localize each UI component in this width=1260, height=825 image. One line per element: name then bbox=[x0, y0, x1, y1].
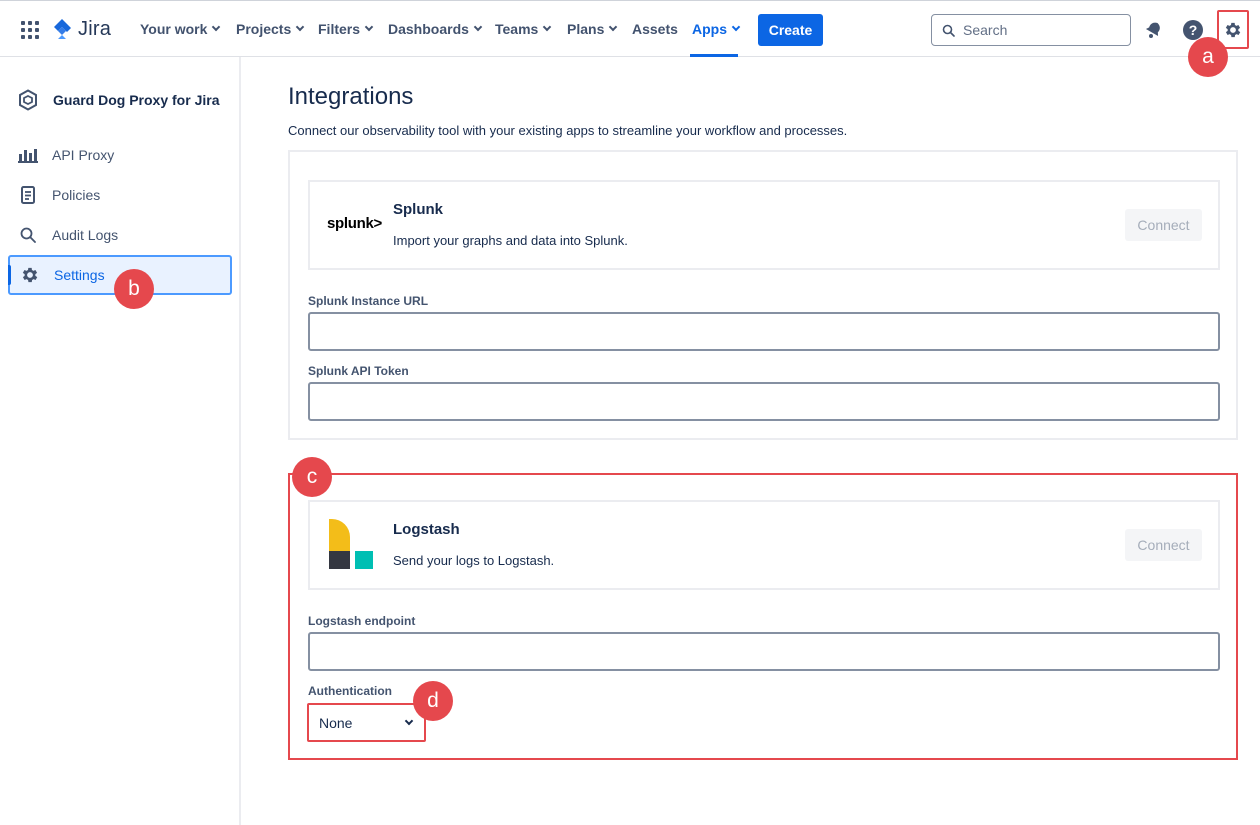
sidebar-item-label: Policies bbox=[52, 187, 101, 203]
sidebar-item-label: Audit Logs bbox=[52, 227, 119, 243]
bar-chart-icon bbox=[18, 145, 38, 165]
search-box[interactable] bbox=[931, 14, 1131, 46]
chevron-down-icon bbox=[296, 22, 305, 32]
annotation-badge-d: d bbox=[413, 681, 453, 721]
splunk-integration-panel: splunk> Splunk Import your graphs and da… bbox=[288, 150, 1238, 440]
settings-icon bbox=[1225, 22, 1241, 37]
create-button[interactable]: Create bbox=[758, 14, 823, 46]
nav-label: Your work bbox=[140, 21, 208, 37]
logstash-connect-button[interactable]: Connect bbox=[1125, 529, 1202, 561]
jira-logo[interactable]: Jira bbox=[52, 16, 111, 42]
document-icon bbox=[18, 185, 38, 205]
logstash-title: Logstash bbox=[393, 521, 460, 538]
chevron-down-icon bbox=[543, 22, 552, 32]
page-description: Connect our observability tool with your… bbox=[288, 123, 848, 138]
logstash-endpoint-label: Logstash endpoint bbox=[308, 614, 416, 628]
splunk-logo-text: splunk> bbox=[327, 215, 382, 232]
nav-apps[interactable]: Apps bbox=[692, 21, 741, 37]
splunk-description: Import your graphs and data into Splunk. bbox=[393, 233, 628, 248]
nav-assets[interactable]: Assets bbox=[632, 21, 678, 37]
chevron-down-icon bbox=[731, 22, 741, 32]
gear-icon bbox=[20, 265, 40, 285]
active-tab-indicator bbox=[690, 54, 738, 57]
nav-label: Teams bbox=[495, 21, 539, 37]
sidebar-app-title: Guard Dog Proxy for Jira bbox=[53, 92, 220, 108]
sidebar-item-label: API Proxy bbox=[52, 147, 115, 163]
nav-label: Filters bbox=[318, 21, 361, 37]
nav-teams[interactable]: Teams bbox=[495, 21, 552, 37]
sidebar-item-policies[interactable]: Policies bbox=[8, 175, 232, 215]
splunk-card: splunk> Splunk Import your graphs and da… bbox=[308, 180, 1220, 270]
authentication-label: Authentication bbox=[308, 684, 392, 698]
authentication-select[interactable]: None bbox=[307, 703, 426, 742]
search-icon bbox=[942, 24, 955, 37]
nav-label: Plans bbox=[567, 21, 605, 37]
app-switcher-icon[interactable] bbox=[21, 21, 39, 39]
logstash-description: Send your logs to Logstash. bbox=[393, 553, 555, 568]
chevron-down-icon bbox=[609, 22, 618, 32]
help-icon: ? bbox=[1183, 20, 1203, 40]
chevron-down-icon bbox=[364, 22, 374, 32]
search-input[interactable] bbox=[963, 22, 1113, 38]
notifications-button[interactable] bbox=[1141, 18, 1165, 42]
jira-logo-text: Jira bbox=[78, 17, 112, 40]
nav-label: Apps bbox=[692, 21, 727, 37]
chevron-down-icon bbox=[473, 22, 483, 32]
sidebar-header[interactable]: Guard Dog Proxy for Jira bbox=[18, 89, 219, 111]
chevron-down-icon bbox=[212, 22, 221, 32]
splunk-token-label: Splunk API Token bbox=[308, 364, 409, 378]
page-title: Integrations bbox=[288, 83, 414, 110]
nav-your-work[interactable]: Your work bbox=[140, 21, 221, 37]
search-icon bbox=[18, 225, 38, 245]
sidebar-item-audit-logs[interactable]: Audit Logs bbox=[8, 215, 232, 255]
sidebar-item-label: Settings bbox=[54, 267, 105, 283]
splunk-url-label: Splunk Instance URL bbox=[308, 294, 429, 308]
hexagon-icon bbox=[19, 89, 37, 111]
logstash-card: Logstash Send your logs to Logstash. Con… bbox=[308, 500, 1220, 590]
logstash-logo-icon bbox=[329, 519, 373, 569]
nav-label: Dashboards bbox=[388, 21, 469, 37]
annotation-badge-a: a bbox=[1188, 37, 1228, 77]
chevron-down-icon bbox=[404, 716, 414, 725]
splunk-token-input[interactable] bbox=[308, 382, 1220, 421]
nav-dashboards[interactable]: Dashboards bbox=[388, 21, 483, 37]
splunk-url-input[interactable] bbox=[308, 312, 1220, 351]
top-navigation: Jira Your work Projects Filters Dashboar… bbox=[0, 0, 1260, 57]
logstash-endpoint-input[interactable] bbox=[308, 632, 1220, 671]
nav-filters[interactable]: Filters bbox=[318, 21, 374, 37]
nav-projects[interactable]: Projects bbox=[236, 21, 305, 37]
nav-label: Projects bbox=[236, 21, 292, 37]
nav-label: Assets bbox=[632, 21, 678, 37]
sidebar-item-api-proxy[interactable]: API Proxy bbox=[8, 135, 232, 175]
annotation-badge-c: c bbox=[292, 457, 332, 497]
authentication-selected-value: None bbox=[319, 714, 353, 731]
sidebar: Guard Dog Proxy for Jira API Proxy Polic… bbox=[0, 57, 241, 825]
notifications-icon bbox=[1145, 22, 1160, 38]
splunk-connect-button[interactable]: Connect bbox=[1125, 209, 1202, 241]
jira-logo-icon bbox=[54, 19, 71, 39]
annotation-badge-b: b bbox=[114, 269, 154, 309]
splunk-logo: splunk> bbox=[327, 215, 382, 232]
nav-plans[interactable]: Plans bbox=[567, 21, 618, 37]
splunk-title: Splunk bbox=[393, 201, 444, 218]
